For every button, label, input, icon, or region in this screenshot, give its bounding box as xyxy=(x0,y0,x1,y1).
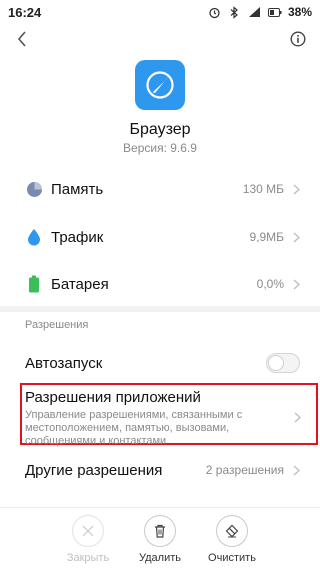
delete-label: Удалить xyxy=(139,552,181,564)
app-permissions-item[interactable]: Разрешения приложений Управление разреше… xyxy=(25,389,295,448)
info-icon xyxy=(290,30,306,52)
battery-percent: 38% xyxy=(287,5,312,19)
autostart-label: Автозапуск xyxy=(25,354,103,372)
status-icons: 38% xyxy=(208,5,312,19)
drop-icon xyxy=(25,228,43,246)
top-nav xyxy=(0,26,320,56)
chevron-right-icon xyxy=(292,464,300,476)
section-divider xyxy=(0,306,320,312)
traffic-label: Трафик xyxy=(51,228,104,246)
other-permissions-label: Другие разрешения xyxy=(25,461,163,479)
autostart-toggle[interactable] xyxy=(266,353,300,373)
browser-logo-icon xyxy=(146,71,174,99)
app-version: Версия: 9.6.9 xyxy=(123,141,197,155)
storage-value: 130 МБ xyxy=(242,182,284,196)
info-button[interactable] xyxy=(286,29,310,53)
delete-button[interactable]: Удалить xyxy=(130,508,190,570)
close-icon xyxy=(72,515,104,547)
battery-row[interactable]: Батарея 0,0% xyxy=(0,268,320,300)
chevron-right-icon xyxy=(294,410,302,423)
bottom-action-bar: Закрыть Удалить Очистить xyxy=(0,507,320,570)
clear-button[interactable]: Очистить xyxy=(202,508,262,570)
chevron-left-icon xyxy=(17,30,27,52)
toggle-knob xyxy=(268,355,284,371)
chevron-right-icon xyxy=(292,183,300,195)
alarm-icon xyxy=(208,6,222,18)
battery-value: 0,0% xyxy=(256,277,284,291)
eraser-icon xyxy=(216,515,248,547)
app-permissions-description: Управление разрешениями, связанными с ме… xyxy=(25,409,243,447)
status-bar: 16:24 38% xyxy=(0,0,320,24)
signal-icon xyxy=(248,6,262,18)
app-icon xyxy=(135,60,185,110)
autostart-row: Автозапуск xyxy=(0,346,320,380)
chevron-right-icon xyxy=(292,231,300,243)
other-permissions-value: 2 разрешения xyxy=(205,463,284,477)
battery-label: Батарея xyxy=(51,275,109,293)
storage-row[interactable]: Память 130 МБ xyxy=(0,173,320,205)
bluetooth-icon xyxy=(228,5,242,19)
close-button[interactable]: Закрыть xyxy=(58,508,118,570)
pie-chart-icon xyxy=(25,180,43,198)
chevron-right-icon xyxy=(292,278,300,290)
traffic-row[interactable]: Трафик 9,9МБ xyxy=(0,221,320,253)
traffic-value: 9,9МБ xyxy=(249,230,284,244)
battery-icon xyxy=(267,6,282,18)
status-time: 16:24 xyxy=(8,4,42,20)
other-permissions-row[interactable]: Другие разрешения 2 разрешения xyxy=(0,456,320,484)
close-label: Закрыть xyxy=(66,552,110,564)
trash-icon xyxy=(144,515,176,547)
clear-label: Очистить xyxy=(208,552,256,564)
app-permissions-title: Разрешения приложений xyxy=(25,389,201,406)
back-button[interactable] xyxy=(10,29,34,53)
storage-label: Память xyxy=(51,180,104,198)
battery-green-icon xyxy=(25,275,43,293)
app-name: Браузер xyxy=(129,121,191,138)
permissions-section-title: Разрешения xyxy=(25,319,89,331)
